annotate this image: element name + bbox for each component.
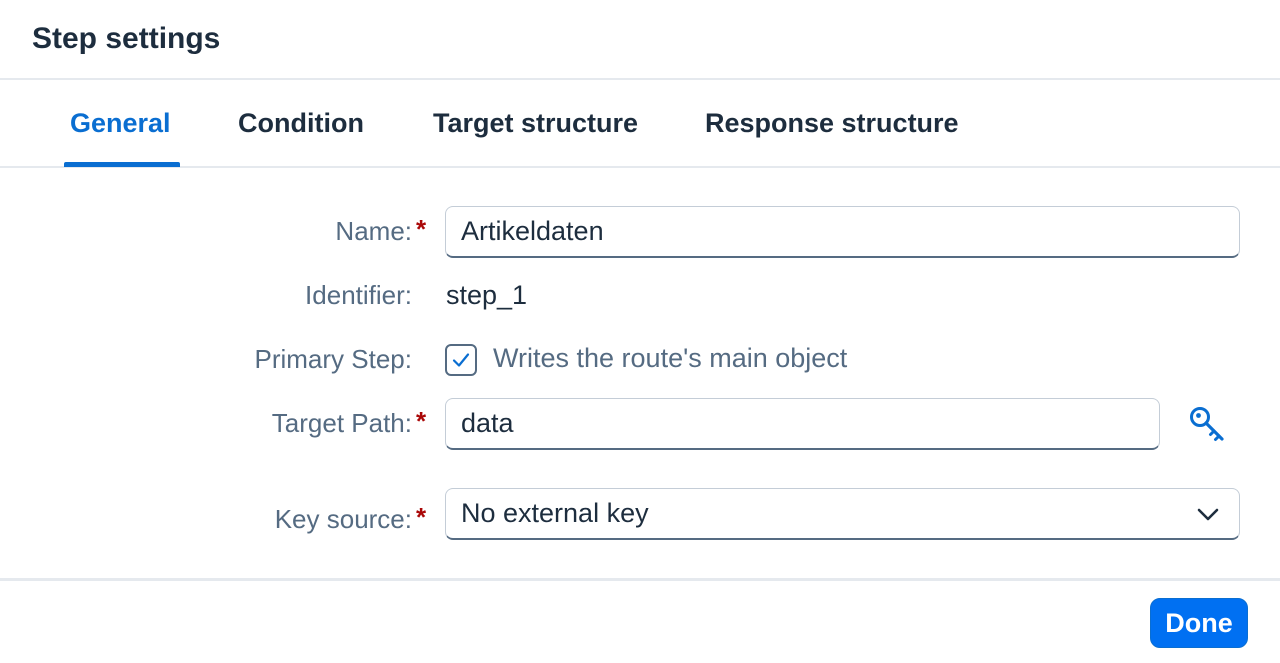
key-source-label: Key source:	[274, 504, 412, 534]
target-path-required-mark: *	[416, 406, 427, 436]
name-input-value: Artikeldaten	[461, 216, 604, 246]
tab-target-structure[interactable]: Target structure	[433, 80, 638, 166]
name-input[interactable]: Artikeldaten	[445, 206, 1240, 258]
step-settings-dialog: Step settings General Condition Target s…	[0, 0, 1280, 660]
name-label: Name:	[335, 216, 412, 246]
name-required-mark: *	[416, 214, 427, 244]
primary-step-label: Primary Step:	[254, 344, 413, 374]
identifier-value: step_1	[446, 280, 528, 310]
active-tab-indicator	[64, 162, 180, 167]
done-button[interactable]: Done	[1150, 598, 1248, 648]
primary-step-checkbox-label[interactable]: Writes the route's main object	[493, 343, 847, 374]
tab-response-structure[interactable]: Response structure	[705, 80, 959, 166]
tab-bar: General Condition Target structure Respo…	[0, 80, 1280, 168]
key-source-select[interactable]: No external key	[445, 488, 1240, 540]
tab-general[interactable]: General	[70, 80, 171, 166]
target-path-input[interactable]: data	[445, 398, 1160, 450]
checkmark-icon	[452, 353, 470, 367]
tab-condition[interactable]: Condition	[238, 80, 364, 166]
key-source-required-mark: *	[416, 502, 427, 532]
dialog-title: Step settings	[32, 22, 221, 55]
identifier-label: Identifier:	[305, 280, 412, 310]
target-path-input-value: data	[461, 408, 514, 438]
key-source-selected-value: No external key	[461, 498, 649, 528]
chevron-down-icon[interactable]	[1194, 502, 1222, 526]
primary-step-checkbox[interactable]	[445, 344, 477, 376]
dialog-footer: Done	[0, 578, 1280, 663]
target-path-label: Target Path:	[271, 408, 412, 438]
dialog-header: Step settings	[0, 0, 1280, 80]
key-icon[interactable]	[1188, 405, 1226, 443]
